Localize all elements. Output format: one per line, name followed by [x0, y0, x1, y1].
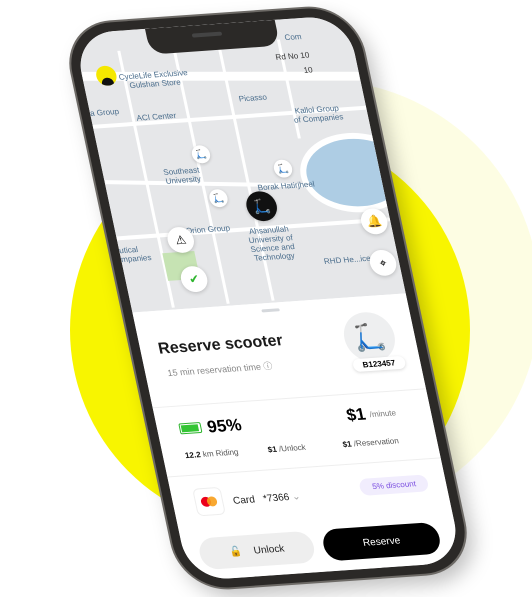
map-label: Southeast University — [162, 165, 202, 186]
map-label: RHD He...ice — [323, 253, 372, 266]
unlock-button[interactable]: 🔓 Unlock — [196, 530, 318, 571]
scan-lock-icon: 🔓 — [228, 546, 243, 558]
scooter-marker[interactable]: 🛴 — [272, 159, 294, 179]
map-label: Com — [283, 32, 303, 43]
reservation-sheet: Reserve scooter 15 min reservation time … — [132, 293, 463, 582]
drag-handle[interactable] — [261, 308, 280, 313]
map-label: Picasso — [237, 92, 268, 104]
battery-percent: 95% — [205, 415, 244, 437]
info-icon[interactable]: ⓘ — [262, 361, 273, 372]
scooter-id-badge: B123457 — [351, 355, 407, 373]
shield-check-icon[interactable]: ✔ — [178, 265, 210, 293]
reserve-button[interactable]: Reserve — [320, 521, 443, 562]
map-label: a Group — [89, 107, 120, 118]
scooter-marker[interactable]: 🛴 — [207, 188, 230, 208]
map[interactable]: Com Rd No 10 10 CycleLife Exclusive Guls… — [73, 14, 406, 313]
sheet-title: Reserve scooter — [156, 332, 285, 358]
map-label: utical mpanies — [118, 245, 153, 265]
price-per-minute: $1 — [344, 404, 368, 425]
range-info: 12.2 km Riding — [184, 447, 240, 461]
scooter-image: 🛴 — [339, 310, 400, 364]
phone-frame: Com Rd No 10 10 CycleLife Exclusive Guls… — [62, 5, 474, 591]
map-label: 10 — [302, 65, 314, 75]
payment-card-select[interactable]: Card *7366 ⌄ — [232, 491, 301, 507]
discount-badge: 5% discount — [358, 474, 430, 496]
bell-icon[interactable]: 🔔 — [358, 207, 390, 236]
price-unit: /minute — [368, 408, 397, 420]
unlock-price: $1 /Unlock — [266, 442, 307, 455]
selected-scooter-marker[interactable]: 🛴 — [243, 190, 280, 223]
mastercard-icon — [192, 486, 226, 517]
battery-icon — [178, 422, 203, 435]
map-label: Kallol Group of Companies — [293, 103, 345, 125]
map-label: CycleLife Exclusive Gulshan Store — [117, 68, 189, 91]
map-label: Rd No 10 — [274, 50, 311, 62]
map-label: Ahsanullah University of Science and Tec… — [247, 224, 296, 263]
reservation-time: 15 min reservation time ⓘ — [166, 360, 274, 379]
locate-icon[interactable]: ⌖ — [367, 249, 399, 277]
chevron-down-icon: ⌄ — [290, 491, 302, 503]
reservation-price: $1 /Reservation — [341, 436, 400, 450]
scooter-marker[interactable]: 🛴 — [190, 144, 212, 164]
profile-avatar[interactable] — [94, 65, 119, 87]
